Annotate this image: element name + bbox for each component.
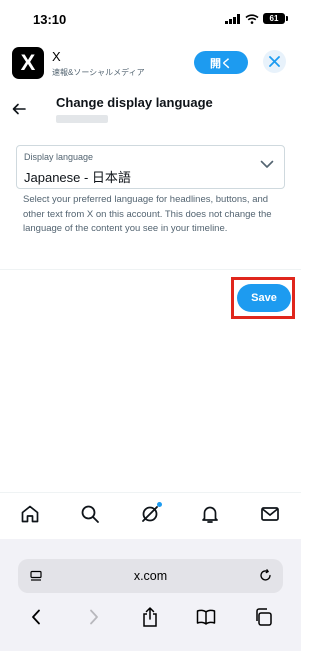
mail-icon <box>261 507 279 521</box>
close-icon <box>269 56 280 67</box>
open-app-button[interactable]: 開く <box>194 51 248 74</box>
save-button[interactable]: Save <box>237 284 291 312</box>
chevron-down-icon <box>260 160 274 168</box>
browser-toolbar: x.com <box>0 539 301 651</box>
divider <box>0 269 301 270</box>
status-icons: 61 <box>225 13 288 24</box>
bottom-nav <box>0 492 301 538</box>
messages-tab[interactable] <box>259 503 281 525</box>
bookmarks-button[interactable] <box>195 606 217 628</box>
status-time: 13:10 <box>33 12 67 27</box>
back-arrow-icon <box>12 103 26 115</box>
select-value: Japanese - 日本語 <box>24 170 131 185</box>
url-text: x.com <box>133 569 168 583</box>
search-tab[interactable] <box>79 503 101 525</box>
reload-icon[interactable] <box>259 569 272 582</box>
signal-icon <box>225 13 240 24</box>
app-name: X <box>52 49 61 64</box>
notification-dot <box>157 502 162 507</box>
book-icon <box>196 609 216 625</box>
home-icon <box>21 505 39 523</box>
battery-icon: 61 <box>263 13 288 24</box>
app-subtitle: 速報&ソーシャルメディア <box>52 68 145 77</box>
share-icon <box>143 607 157 627</box>
bell-icon <box>202 506 218 523</box>
wifi-icon <box>245 13 259 24</box>
search-icon <box>81 505 99 523</box>
chevron-left-icon <box>32 609 40 625</box>
display-language-select[interactable]: Display language Japanese - 日本語 <box>16 145 285 189</box>
x-app-logo: X <box>12 47 44 79</box>
language-help-text: Select your preferred language for headl… <box>23 194 272 234</box>
account-handle-redacted <box>56 115 108 123</box>
browser-back-button[interactable] <box>25 606 47 628</box>
chevron-right-icon <box>90 609 98 625</box>
grok-icon <box>142 506 158 522</box>
page-title: Change display language <box>56 95 213 110</box>
notifications-tab[interactable] <box>199 503 221 525</box>
select-label: Display language <box>24 152 94 162</box>
browser-forward-button[interactable] <box>83 606 105 628</box>
close-banner-button[interactable] <box>263 50 286 73</box>
address-bar[interactable]: x.com <box>18 559 283 593</box>
back-button[interactable] <box>12 102 26 120</box>
share-button[interactable] <box>139 606 161 628</box>
tabs-button[interactable] <box>252 606 274 628</box>
tabs-icon <box>256 608 272 626</box>
grok-tab[interactable] <box>139 502 162 525</box>
home-tab[interactable] <box>19 503 41 525</box>
